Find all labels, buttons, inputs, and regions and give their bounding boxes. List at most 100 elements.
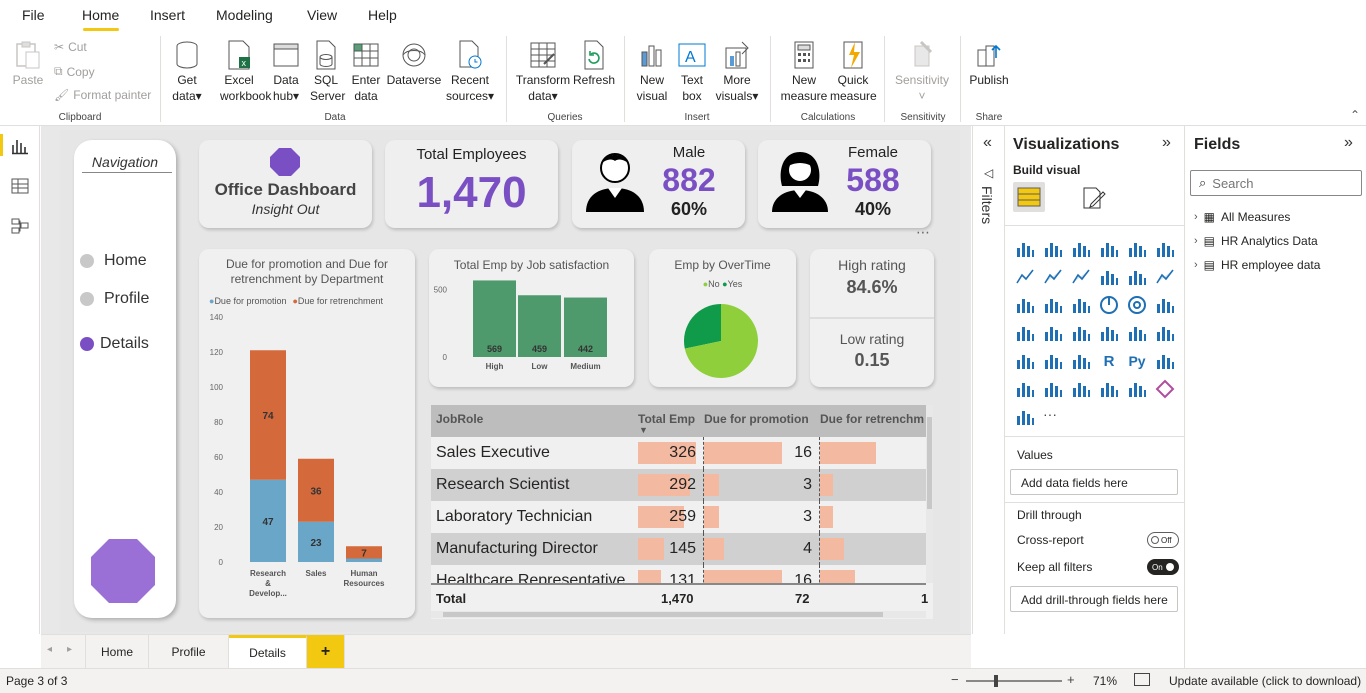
sql-server-button[interactable]: SQL Server	[310, 40, 345, 104]
add-page-button[interactable]: +	[307, 635, 345, 668]
stacked-column-visual-icon[interactable]	[1043, 239, 1063, 259]
r-visual-visual-icon[interactable]: R	[1099, 351, 1119, 371]
clustered-bar-visual-icon[interactable]	[1071, 239, 1091, 259]
values-drop-zone[interactable]: Add data fields here	[1010, 469, 1178, 495]
field-table-item[interactable]: › ▦ All Measures	[1194, 210, 1290, 224]
page-tab-profile[interactable]: Profile	[149, 635, 229, 668]
more-options-icon[interactable]: ⋯	[916, 224, 930, 241]
table-row[interactable]: Laboratory Technician 259 3	[431, 501, 926, 533]
data-hub-button[interactable]: Data hub▾	[270, 40, 302, 104]
map-visual-icon[interactable]	[1015, 323, 1035, 343]
get-data-button[interactable]: Get data▾	[168, 40, 206, 104]
stacked-area-visual-icon[interactable]	[1071, 267, 1091, 287]
copy-button[interactable]: ⧉ Copy	[54, 64, 95, 79]
update-link[interactable]: Update available (click to download)	[1169, 674, 1361, 688]
sensitivity-button[interactable]: Sensitivity ˅	[890, 40, 954, 104]
table-row[interactable]: Research Scientist 292 3	[431, 469, 926, 501]
quick-measure-button[interactable]: Quick measure	[830, 40, 877, 104]
gauge-visual-icon[interactable]	[1071, 323, 1091, 343]
transform-data-button[interactable]: Transform data▾	[514, 40, 572, 104]
collapse-pane-icon[interactable]: »	[1162, 134, 1171, 152]
menu-modeling[interactable]: Modeling	[216, 7, 273, 23]
line-column-visual-icon[interactable]	[1099, 267, 1119, 287]
cross-report-toggle[interactable]: Off	[1147, 532, 1179, 548]
treemap-visual-icon[interactable]	[1155, 295, 1175, 315]
kpi-visual-icon[interactable]	[1155, 323, 1175, 343]
field-table-item[interactable]: › ▤ HR employee data	[1194, 258, 1320, 272]
waterfall-visual-icon[interactable]	[1015, 295, 1035, 315]
format-painter-button[interactable]: 🖌 Format painter	[54, 88, 151, 102]
table-visual-icon[interactable]	[1043, 351, 1063, 371]
paginated-visual-icon[interactable]	[1099, 379, 1119, 399]
power-apps-visual-icon[interactable]	[1127, 379, 1147, 399]
format-visual-tab[interactable]	[1081, 186, 1107, 213]
python-visual-visual-icon[interactable]: Py	[1127, 351, 1147, 371]
key-influencers-visual-icon[interactable]	[1155, 351, 1175, 371]
chevron-visual-visual-icon[interactable]	[1015, 407, 1035, 427]
cut-button[interactable]: ✂ Cut	[54, 40, 87, 54]
new-measure-button[interactable]: New measure	[780, 40, 828, 104]
clustered-column-visual-icon[interactable]	[1099, 239, 1119, 259]
matrix-visual-icon[interactable]	[1071, 351, 1091, 371]
menu-insert[interactable]: Insert	[150, 7, 185, 23]
card-visual-icon[interactable]	[1099, 323, 1119, 343]
page-tab-details[interactable]: Details	[229, 635, 307, 668]
table-row[interactable]: Sales Executive 326 16	[431, 437, 926, 469]
field-table-item[interactable]: › ▤ HR Analytics Data	[1194, 234, 1318, 248]
pie-visual-icon[interactable]	[1099, 295, 1119, 315]
fit-to-page-icon[interactable]	[1134, 673, 1150, 686]
zoom-out-icon[interactable]: −	[951, 672, 959, 687]
column-header[interactable]: JobRole	[436, 412, 483, 426]
area-visual-icon[interactable]	[1043, 267, 1063, 287]
search-input[interactable]	[1212, 175, 1343, 191]
qa-visual-icon[interactable]	[1043, 379, 1063, 399]
column-header[interactable]: Due for retrenchm	[820, 412, 926, 426]
100-bar-visual-icon[interactable]	[1127, 239, 1147, 259]
collapse-pane-icon[interactable]: »	[1344, 134, 1353, 152]
text-box-button[interactable]: A Text box	[674, 40, 710, 104]
menu-home[interactable]: Home	[82, 7, 119, 23]
vertical-scrollbar[interactable]	[926, 405, 933, 583]
nav-link-profile[interactable]: Profile	[80, 290, 149, 308]
next-page-icon[interactable]: ▸	[67, 644, 72, 655]
line-clustered-visual-icon[interactable]	[1127, 267, 1147, 287]
prev-page-icon[interactable]: ◂	[47, 644, 52, 655]
ribbon-visual-icon[interactable]	[1155, 267, 1175, 287]
paste-button[interactable]: Paste	[10, 40, 46, 88]
more-visuals-button[interactable]: More visuals▾	[714, 40, 760, 104]
donut-visual-icon[interactable]	[1127, 295, 1147, 315]
recent-sources-button[interactable]: Recent sources▾	[442, 40, 498, 104]
more-visuals-icon[interactable]: ···	[1043, 406, 1057, 422]
scrollbar-thumb[interactable]	[443, 612, 883, 617]
smart-narrative-visual-icon[interactable]	[1071, 379, 1091, 399]
enter-data-button[interactable]: Enter data	[348, 40, 384, 104]
slicer-visual-icon[interactable]	[1015, 351, 1035, 371]
scatter-visual-icon[interactable]	[1071, 295, 1091, 315]
nav-link-home[interactable]: Home	[80, 252, 147, 270]
power-automate-visual-icon[interactable]	[1155, 379, 1175, 399]
page-tab-home[interactable]: Home	[85, 635, 149, 668]
table-row[interactable]: Manufacturing Director 145 4	[431, 533, 926, 565]
line-visual-icon[interactable]	[1015, 267, 1035, 287]
pie-slice[interactable]	[684, 304, 721, 349]
zoom-in-icon[interactable]: +	[1067, 672, 1075, 687]
dataverse-button[interactable]: Dataverse	[386, 40, 442, 88]
filled-map-visual-icon[interactable]	[1043, 323, 1063, 343]
fields-search[interactable]: ⌕	[1190, 170, 1362, 196]
zoom-slider-thumb[interactable]	[994, 675, 998, 687]
funnel-visual-icon[interactable]	[1043, 295, 1063, 315]
scrollbar-thumb[interactable]	[927, 417, 932, 509]
column-header[interactable]: Total Emp	[638, 412, 695, 426]
menu-file[interactable]: File	[22, 7, 45, 23]
column-header[interactable]: Due for promotion	[704, 412, 809, 426]
excel-workbook-button[interactable]: x Excel workbook	[220, 40, 271, 104]
filters-collapsed-pane[interactable]: « ◁ Filters	[972, 126, 1005, 634]
multi-row-card-visual-icon[interactable]	[1127, 323, 1147, 343]
drill-through-drop-zone[interactable]: Add drill-through fields here	[1010, 586, 1178, 612]
build-visual-tab[interactable]	[1013, 182, 1045, 212]
nav-link-details[interactable]: Details	[80, 335, 149, 353]
zoom-slider[interactable]	[966, 680, 1062, 682]
expand-icon[interactable]: «	[983, 134, 992, 152]
model-view-icon[interactable]	[11, 217, 29, 235]
100-column-visual-icon[interactable]	[1155, 239, 1175, 259]
